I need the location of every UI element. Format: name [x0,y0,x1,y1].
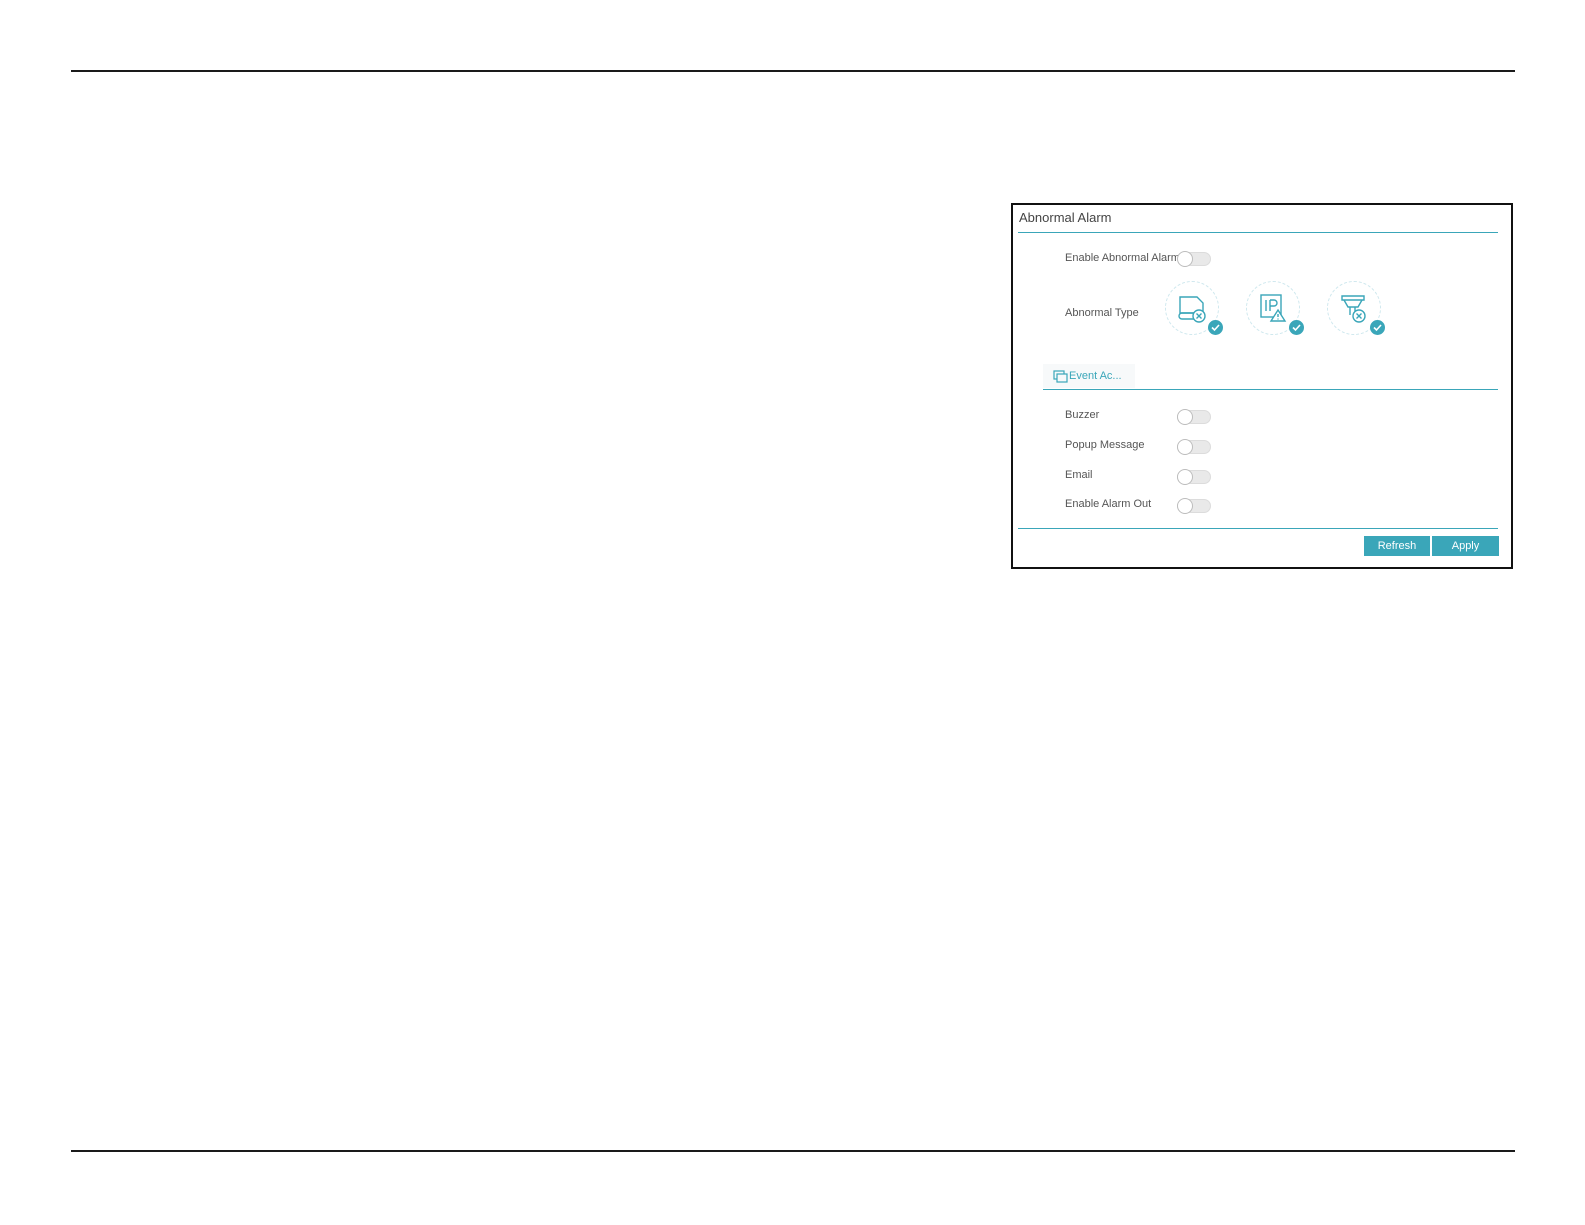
toggle-knob [1177,251,1193,267]
tab-divider [1043,389,1498,390]
network-disconnected-icon [1341,295,1366,323]
abnormal-type-disk-error[interactable] [1165,281,1223,335]
event-action-icon [1053,369,1068,383]
tab-event-action-label: Event Ac... [1069,370,1122,382]
bottom-rule [71,1150,1515,1152]
email-toggle[interactable] [1177,469,1211,485]
popup-message-label: Popup Message [1065,439,1145,451]
toggle-knob [1177,469,1193,485]
buzzer-label: Buzzer [1065,409,1100,421]
toggle-knob [1177,498,1193,514]
email-label: Email [1065,469,1093,481]
enable-abnormal-alarm-toggle[interactable] [1177,251,1211,267]
abnormal-alarm-panel: Abnormal Alarm Enable Abnormal Alarm Abn… [1011,203,1513,569]
buzzer-toggle[interactable] [1177,409,1211,425]
enable-abnormal-alarm-label: Enable Abnormal Alarm [1065,252,1180,264]
abnormal-type-ip-conflict[interactable] [1246,281,1304,335]
apply-button[interactable]: Apply [1432,536,1499,556]
tab-event-action[interactable]: Event Ac... [1043,364,1135,388]
checked-icon [1289,320,1304,335]
ip-conflict-icon [1260,294,1287,322]
enable-alarm-out-label: Enable Alarm Out [1065,498,1152,510]
title-divider [1018,232,1498,233]
checked-icon [1208,320,1223,335]
enable-alarm-out-toggle[interactable] [1177,498,1211,514]
panel-title: Abnormal Alarm [1019,210,1112,225]
toggle-knob [1177,409,1193,425]
top-rule [71,70,1515,72]
refresh-button[interactable]: Refresh [1364,536,1430,556]
toggle-knob [1177,439,1193,455]
abnormal-type-label: Abnormal Type [1065,307,1139,319]
checked-icon [1370,320,1385,335]
abnormal-type-network-disconnected[interactable] [1327,281,1385,335]
popup-message-toggle[interactable] [1177,439,1211,455]
footer-divider [1018,528,1498,529]
disk-error-icon [1178,296,1206,323]
